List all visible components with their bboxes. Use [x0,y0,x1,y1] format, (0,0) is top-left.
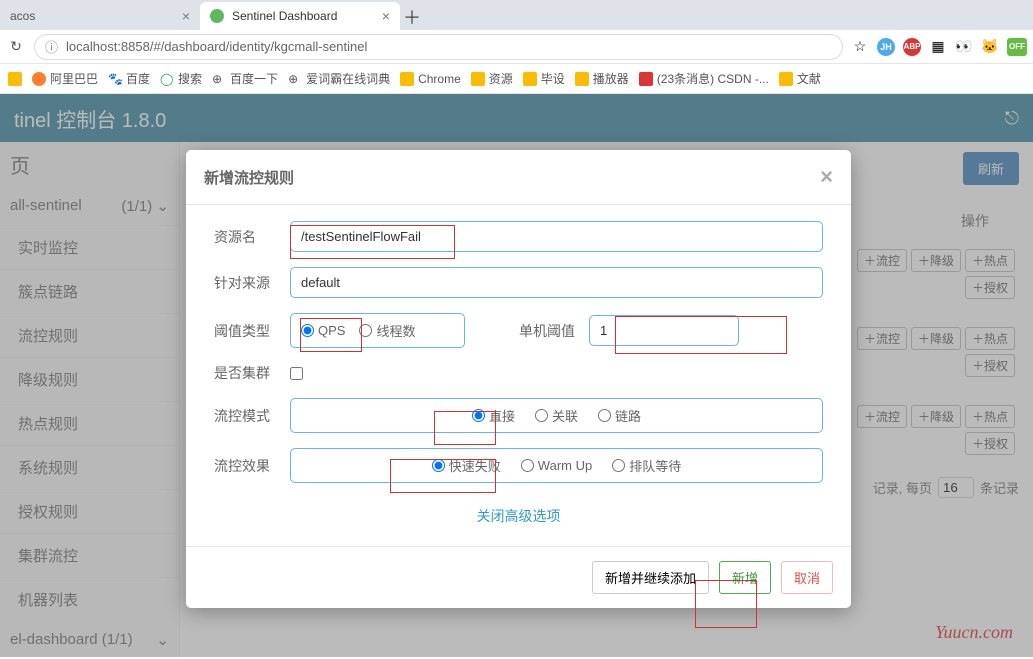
folder-icon [575,72,589,86]
radio-warmup[interactable]: Warm Up [521,458,592,473]
close-icon[interactable]: × [382,8,390,24]
flow-rule-modal: 新增流控规则 × 资源名 针对来源 阈值类型 QPS 线程数 单机阈值 是否集群… [186,150,851,608]
ext-eye-icon[interactable]: 👀 [955,38,973,56]
label-source: 针对来源 [214,273,276,293]
close-icon[interactable]: × [182,8,190,24]
url-input[interactable]: ⓘ localhost:8858/#/dashboard/identity/kg… [34,34,843,60]
folder-icon [8,72,22,86]
radio-fastfail[interactable]: 快速失败 [432,456,501,475]
label-single: 单机阈值 [519,321,575,341]
close-icon[interactable]: × [820,164,833,190]
site-icon: ⊕ [288,72,302,86]
addr-icons: ☆ JH ABP ▦ 👀 🐱 OFF [851,38,1027,56]
bookmark-item[interactable]: ◯搜索 [160,70,202,87]
folder-icon [523,72,537,86]
tab-inactive[interactable]: acos × [0,2,200,30]
source-input[interactable] [290,267,823,298]
ext-off-icon[interactable]: OFF [1007,38,1027,56]
radio-chain[interactable]: 链路 [598,406,641,425]
radio-assoc[interactable]: 关联 [535,406,578,425]
label-mode: 流控模式 [214,406,276,426]
label-threshold-type: 阈值类型 [214,321,276,341]
bookmark-item[interactable]: Chrome [400,72,461,86]
ext-cat-icon[interactable]: 🐱 [981,38,999,56]
radio-thread[interactable]: 线程数 [359,321,415,340]
bookmark-item[interactable]: (23条消息) CSDN -... [639,70,769,87]
radio-qps[interactable]: QPS [301,323,345,338]
single-threshold-input[interactable] [589,315,739,346]
advanced-toggle[interactable]: 关闭高级选项 [214,498,823,540]
site-icon: 🐾 [108,72,122,86]
new-tab-button[interactable]: ＋ [400,4,424,30]
add-button[interactable]: 新增 [719,561,771,594]
ext-qr-icon[interactable]: ▦ [929,38,947,56]
label-resource: 资源名 [214,227,276,247]
folder-icon [779,72,793,86]
info-icon: ⓘ [45,37,58,56]
site-icon: ◯ [160,72,174,86]
tab-active[interactable]: Sentinel Dashboard × [200,2,400,30]
folder-icon [471,72,485,86]
site-icon [32,72,46,86]
bookmarks-bar: 阿里巴巴 🐾百度 ◯搜索 ⊕百度一下 ⊕爱词霸在线词典 Chrome 资源 毕设… [0,64,1033,94]
bookmark-item[interactable] [8,72,22,86]
label-cluster: 是否集群 [214,363,276,383]
resource-input[interactable] [290,221,823,252]
cancel-button[interactable]: 取消 [781,561,833,594]
address-bar: ↻ ⓘ localhost:8858/#/dashboard/identity/… [0,30,1033,64]
url-text: localhost:8858/#/dashboard/identity/kgcm… [66,39,367,54]
cluster-checkbox[interactable] [290,367,303,380]
ext-abp-icon[interactable]: ABP [903,38,921,56]
tab-label: acos [10,9,35,23]
label-effect: 流控效果 [214,456,276,476]
browser-tabs: acos × Sentinel Dashboard × ＋ [0,0,1033,30]
add-continue-button[interactable]: 新增并继续添加 [592,561,709,594]
radio-queue[interactable]: 排队等待 [612,456,681,475]
modal-title: 新增流控规则 [204,167,294,188]
favicon-icon [210,9,224,23]
radio-direct[interactable]: 直接 [472,406,515,425]
bookmark-item[interactable]: 毕设 [523,70,565,87]
bookmark-item[interactable]: 🐾百度 [108,70,150,87]
reload-icon[interactable]: ↻ [6,37,26,57]
bookmark-item[interactable]: 播放器 [575,70,629,87]
ext-jh-icon[interactable]: JH [877,38,895,56]
tab-label: Sentinel Dashboard [232,9,337,23]
folder-icon [400,72,414,86]
site-icon [639,72,653,86]
bookmark-item[interactable]: 阿里巴巴 [32,70,98,87]
site-icon: ⊕ [212,72,226,86]
bookmark-item[interactable]: ⊕百度一下 [212,70,278,87]
bookmark-item[interactable]: 资源 [471,70,513,87]
bookmark-item[interactable]: 文献 [779,70,821,87]
bookmark-item[interactable]: ⊕爱词霸在线词典 [288,70,390,87]
star-icon[interactable]: ☆ [851,38,869,56]
